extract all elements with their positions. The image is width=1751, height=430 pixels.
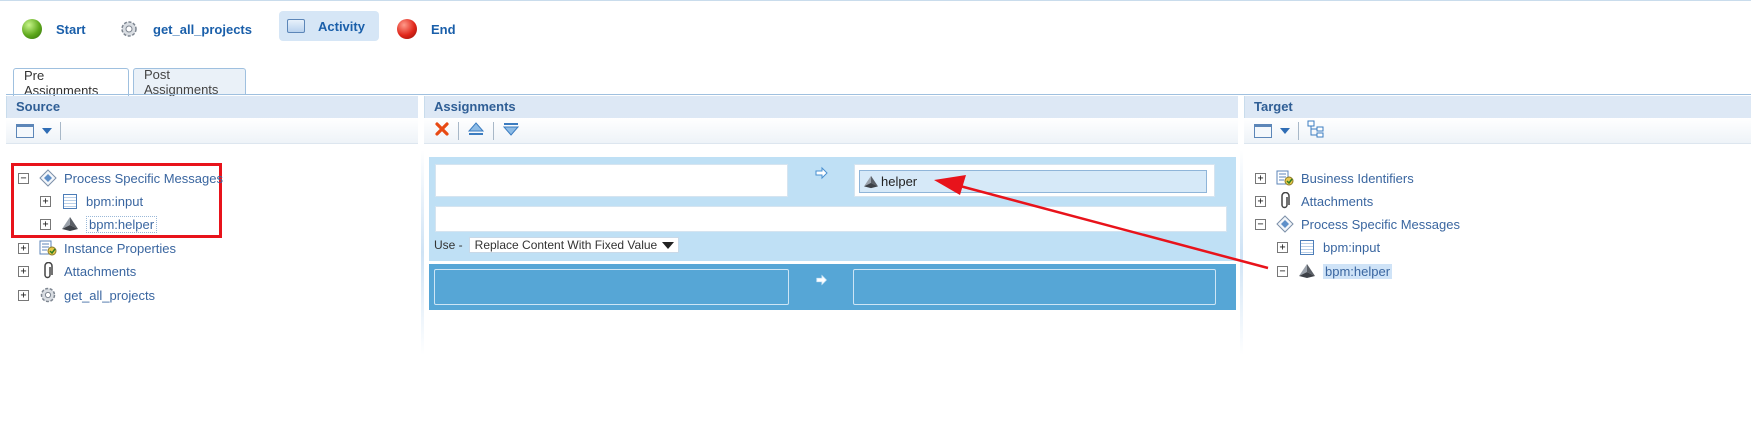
annotation-arrow	[934, 175, 1269, 270]
